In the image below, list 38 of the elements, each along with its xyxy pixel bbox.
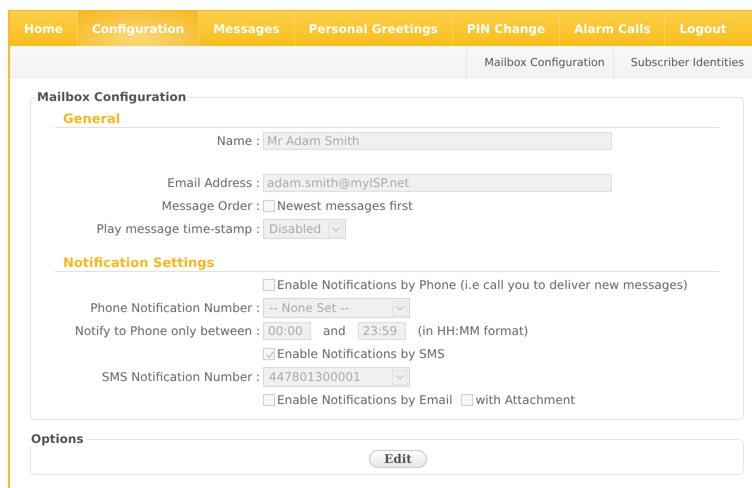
field-label: Play message time-stamp : <box>96 222 261 236</box>
joiner-text: and <box>323 324 346 338</box>
chevron-down-icon <box>396 374 404 380</box>
checkbox[interactable] <box>263 394 275 406</box>
section-heading: Notification Settings <box>55 256 719 272</box>
field-label: Name : <box>216 134 261 148</box>
time-field[interactable]: 00:00 <box>263 322 311 340</box>
checkbox[interactable] <box>263 200 275 212</box>
checkbox-label: with Attachment <box>475 393 576 407</box>
text-field[interactable]: Mr Adam Smith <box>263 132 612 150</box>
dropdown[interactable]: -- None Set -- <box>263 298 410 318</box>
field-label: Message Order : <box>160 199 261 213</box>
chevron-down-icon <box>332 226 340 232</box>
subnav-link[interactable]: Mailbox Configuration <box>466 46 613 79</box>
nav-tab[interactable]: Logout <box>665 11 752 46</box>
nav-tab[interactable]: Configuration <box>78 11 200 46</box>
section-heading: General <box>55 112 719 128</box>
field-label: Email Address : <box>166 176 261 190</box>
checkbox[interactable] <box>263 279 275 291</box>
checkbox-label: Newest messages first <box>277 199 413 213</box>
checkbox[interactable] <box>461 394 474 406</box>
subnav-link[interactable]: Subscriber Identities <box>612 46 752 79</box>
checkbox-label: Enable Notifications by Email <box>277 393 452 407</box>
checkbox[interactable] <box>263 348 275 360</box>
checkbox-label: Enable Notifications by SMS <box>277 347 445 361</box>
chevron-down-icon <box>396 306 404 310</box>
dropdown[interactable]: 447801300001 <box>263 367 410 387</box>
time-field[interactable]: 23:59 <box>358 322 406 340</box>
text-field[interactable]: adam.smith@myISP.net <box>263 174 612 192</box>
format-hint: (in HH:MM format) <box>418 324 528 338</box>
panel-legend: Mailbox Configuration <box>35 90 188 104</box>
panel-legend: Options <box>29 432 86 446</box>
field-label: SMS Notification Number : <box>100 370 261 384</box>
dropdown[interactable]: Disabled <box>263 219 346 239</box>
checkbox-label: Enable Notifications by Phone (i.e call you to deliver new messages) <box>277 278 688 292</box>
edit-button[interactable]: Edit <box>369 450 427 468</box>
field-label: Phone Notification Number : <box>89 301 261 315</box>
field-label: Notify to Phone only between : <box>74 324 261 338</box>
